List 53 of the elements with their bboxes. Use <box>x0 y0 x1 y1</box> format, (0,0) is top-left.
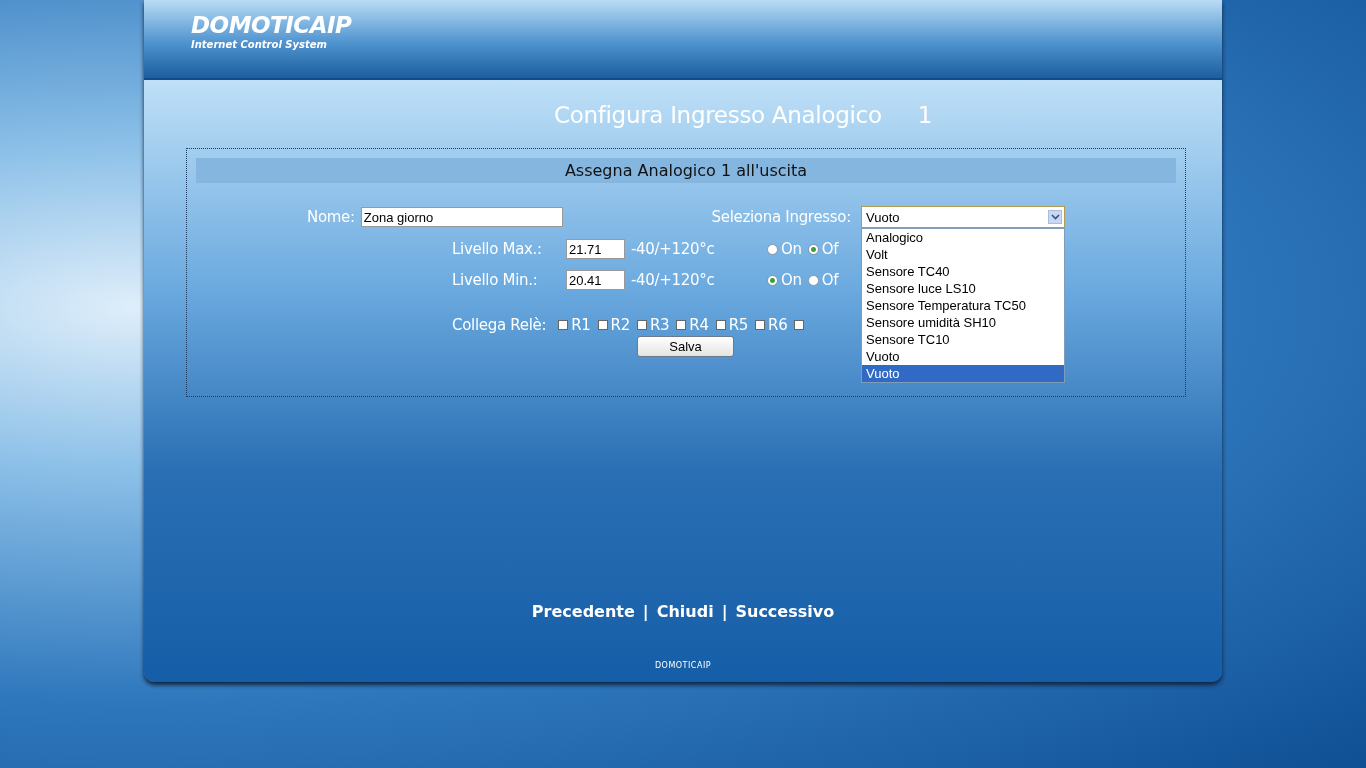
name-field[interactable]: Zona giorno <box>360 207 563 227</box>
page-title-number: 1 <box>917 102 933 128</box>
tagline-text: Internet Control System <box>191 39 328 50</box>
checkbox-label: R1 <box>571 316 591 334</box>
dropdown-option[interactable]: Volt <box>862 246 1064 263</box>
checkbox-label: R5 <box>728 316 749 334</box>
save-button[interactable]: Salva <box>637 336 734 357</box>
checkbox-label: R3 <box>650 316 670 334</box>
radio-label: Of <box>821 271 839 289</box>
nav-link[interactable]: Chiudi <box>656 602 714 621</box>
level-label: Livello Max.: <box>452 240 543 258</box>
range-text: -40/+120°c <box>631 240 716 258</box>
level-label: Livello Min.: <box>452 271 539 289</box>
radio-label: Of <box>821 240 839 258</box>
range-text: -40/+120°c <box>631 271 716 289</box>
checkbox-label: R2 <box>610 316 630 334</box>
checkbox-label: R6 <box>768 316 788 334</box>
input-select-label: Seleziona Ingresso: <box>711 208 851 226</box>
separator-text: | <box>642 602 649 621</box>
dropdown-option[interactable]: Analogico <box>862 229 1064 246</box>
radio-button[interactable] <box>807 274 819 286</box>
separator-text: | <box>721 602 728 621</box>
dropdown-option[interactable]: Vuoto <box>862 348 1064 365</box>
nav-link[interactable]: Precedente <box>531 602 635 621</box>
radio-button[interactable] <box>807 243 819 255</box>
dropdown-option[interactable]: Sensore TC40 <box>862 263 1064 280</box>
radio-label: On <box>781 240 802 258</box>
relay-label: Collega Relè: <box>452 316 547 334</box>
level-field[interactable]: 20.41 <box>566 270 625 290</box>
dropdown-option[interactable]: Sensore umidità SH10 <box>862 314 1064 331</box>
checkbox[interactable] <box>637 320 647 330</box>
checkbox[interactable] <box>676 320 687 330</box>
dropdown-option[interactable]: Vuoto <box>862 365 1064 382</box>
dropdown-option[interactable]: Sensore luce LS10 <box>862 280 1064 297</box>
section-heading: Assegna Analogico 1 all'uscita <box>196 158 1176 183</box>
checkbox[interactable] <box>755 320 766 330</box>
checkbox[interactable] <box>794 320 805 330</box>
checkbox[interactable] <box>715 320 726 330</box>
checkbox[interactable] <box>597 320 608 330</box>
radio-button[interactable] <box>767 274 778 286</box>
dropdown-option[interactable]: Sensore Temperatura TC50 <box>862 297 1064 314</box>
footer-text: DOMOTICAIP <box>653 661 713 670</box>
checkbox-label: R4 <box>689 316 709 334</box>
logo-text: DOMOTICAIP <box>191 12 353 38</box>
nav-link[interactable]: Successivo <box>735 602 835 621</box>
name-label: Nome: <box>307 208 355 226</box>
level-field[interactable]: 21.71 <box>566 239 625 259</box>
page-title: Configura Ingresso Analogico <box>553 102 882 128</box>
input-select[interactable]: Vuoto <box>861 206 1065 228</box>
radio-label: On <box>781 271 802 289</box>
radio-button[interactable] <box>767 243 778 255</box>
dropdown-option[interactable]: Sensore TC10 <box>862 331 1064 348</box>
checkbox[interactable] <box>558 320 569 330</box>
